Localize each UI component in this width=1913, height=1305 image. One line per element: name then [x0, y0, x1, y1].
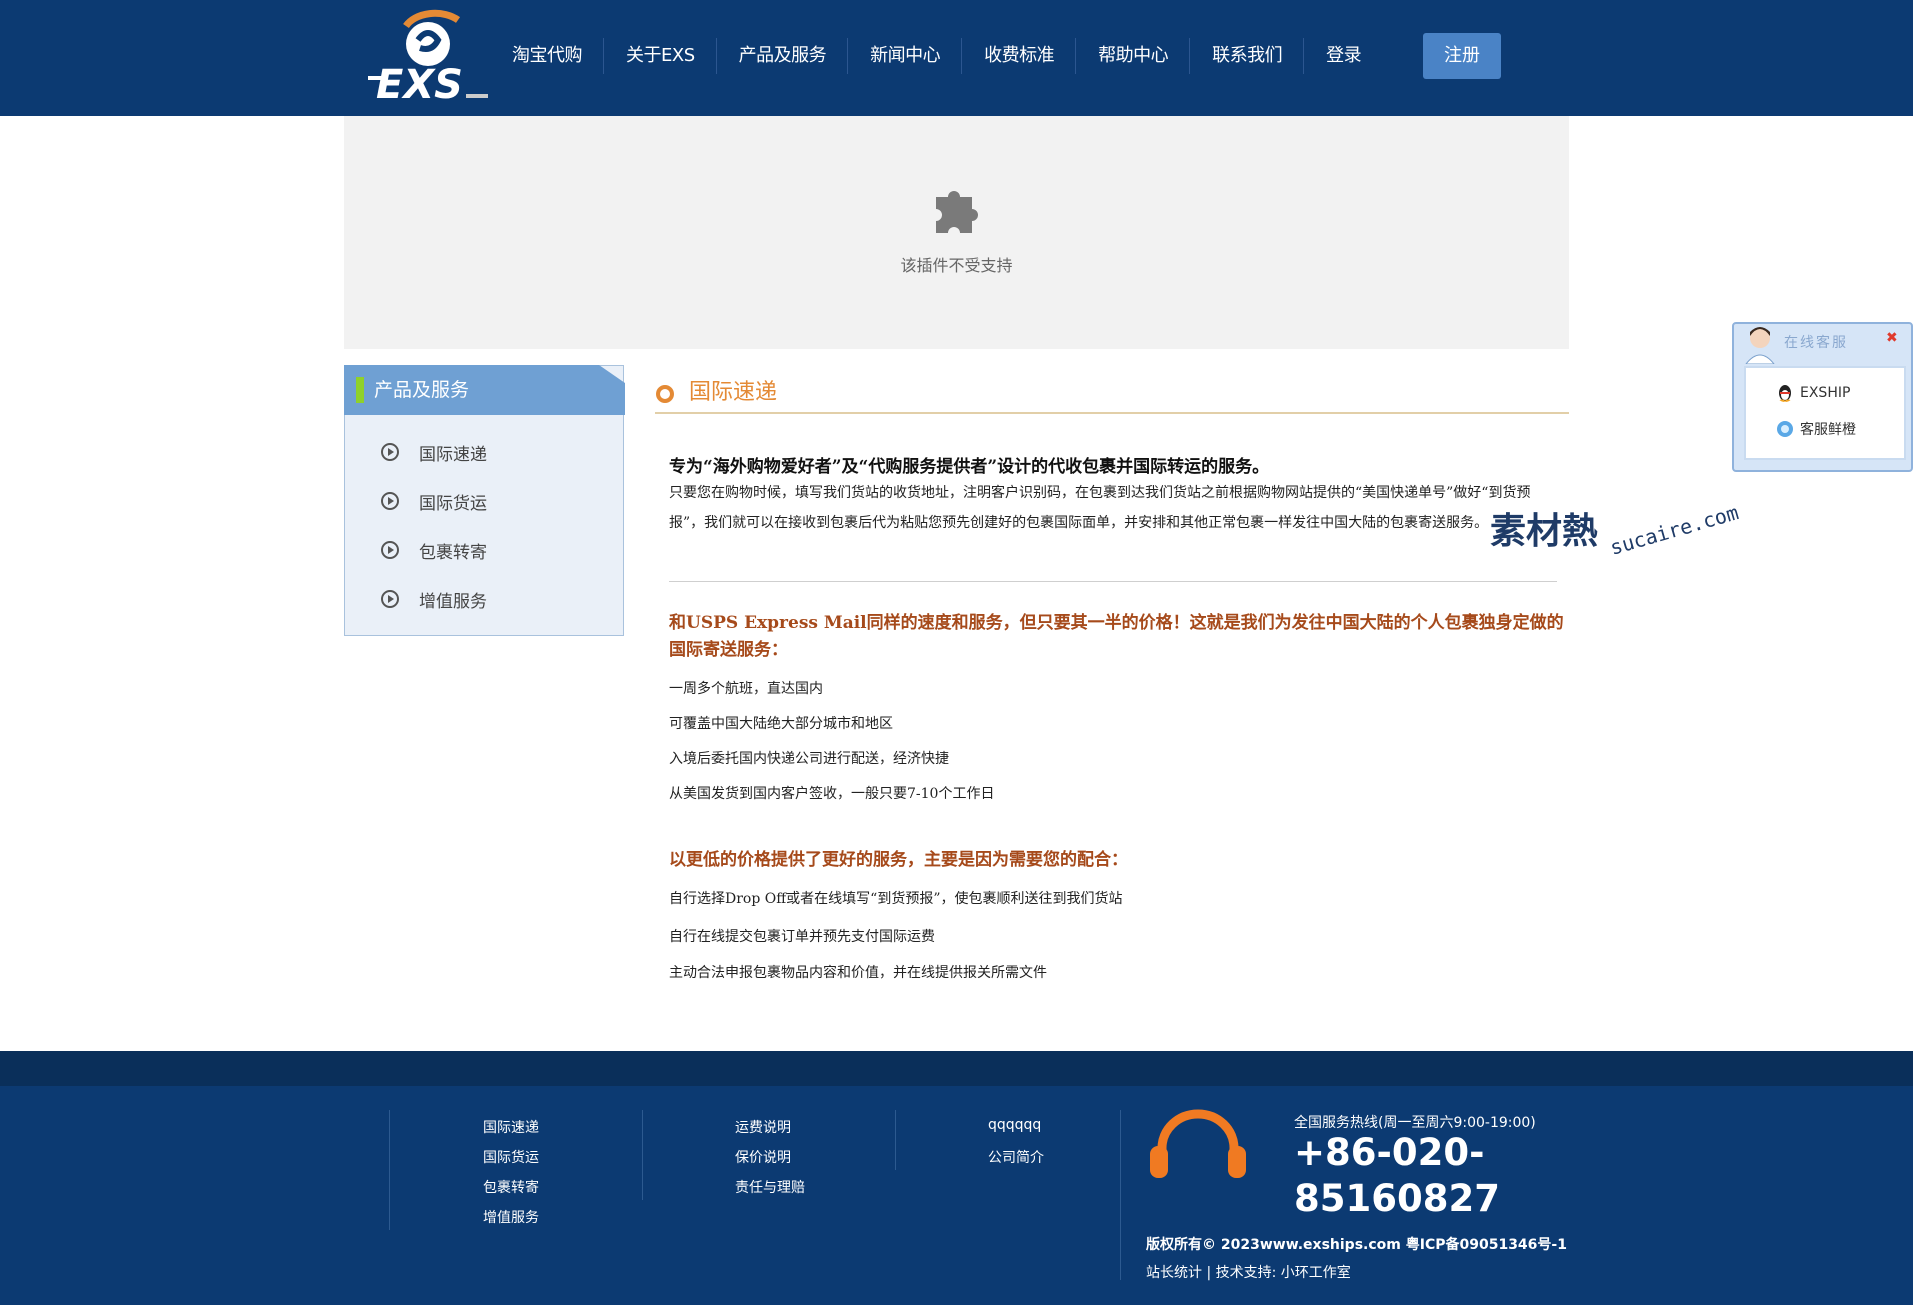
nav-pricing[interactable]: 收费标准: [962, 32, 1077, 80]
register-button[interactable]: 注册: [1423, 33, 1501, 79]
hotline-label: 全国服务热线(周一至周六9:00-19:00): [1294, 1115, 1536, 1131]
section1-item: 可覆盖中国大陆绝大部分城市和地区: [669, 716, 893, 732]
agent-avatar-icon: [1745, 327, 1775, 364]
qq-contact-exship[interactable]: EXSHIP: [1776, 382, 1850, 404]
section1-item: 一周多个航班，直达国内: [669, 681, 823, 697]
section2-item: 自行选择Drop Off或者在线填写“到货预报”，使包裹顺利送往到我们货站: [669, 891, 1123, 907]
puzzle-icon: [936, 191, 978, 233]
qq-penguin-icon: [1779, 385, 1791, 402]
intro-body: 只要您在购物时候，填写我们货站的收货地址，注明客户识别码，在包裹到达我们货站之前…: [669, 485, 1531, 531]
hotline-number: +86-020-85160827: [1294, 1131, 1500, 1220]
watermark-en: sucaire.com: [1607, 500, 1742, 560]
footer-link[interactable]: qqqqqq: [988, 1117, 1041, 1133]
watermark: 素材熱 sucaire.com: [1490, 500, 1742, 570]
footer-link[interactable]: 责任与理赔: [735, 1177, 805, 1197]
sidebar-title: 产品及服务: [374, 379, 470, 401]
nav-login[interactable]: 登录: [1304, 32, 1383, 80]
footer-col-divider: [895, 1110, 896, 1170]
site-header: EXS 淘宝代购 关于EXS 产品及服务 新闻中心 收费标准 帮助中心 联系我们…: [0, 0, 1913, 116]
sidebar-item-label: 增值服务: [419, 591, 487, 612]
footer-link[interactable]: 国际速递: [483, 1117, 539, 1137]
chat-bubble-icon: [1777, 421, 1793, 437]
sidebar-item-express[interactable]: 国际速递: [381, 437, 487, 467]
plugin-placeholder: 该插件不受支持: [344, 116, 1569, 349]
copyright-text: 版权所有© 2023www.exships.com 粤ICP备09051346号…: [1146, 1237, 1567, 1253]
play-circle-icon: [381, 443, 399, 461]
online-service-list: EXSHIP 客服鲜橙: [1744, 366, 1906, 460]
site-footer: [0, 1086, 1913, 1305]
footer-link[interactable]: 包裹转寄: [483, 1177, 539, 1197]
contact-label: 客服鲜橙: [1800, 422, 1856, 438]
sidebar-accent-bar: [356, 377, 364, 403]
footer-link[interactable]: 国际货运: [483, 1147, 539, 1167]
content-title-row: 国际速递: [655, 372, 1569, 414]
play-circle-icon: [381, 590, 399, 608]
play-circle-icon: [381, 541, 399, 559]
footer-col-divider: [642, 1110, 643, 1200]
contact-label: EXSHIP: [1800, 385, 1851, 401]
plugin-unsupported-text: 该插件不受支持: [900, 256, 1013, 275]
section2-item: 主动合法申报包裹物品内容和价值，并在线提供报关所需文件: [669, 965, 1047, 981]
section1-heading: 和USPS Express Mail同样的速度和服务，但只要其一半的价格！这就是…: [669, 613, 1564, 660]
page-title: 国际速递: [689, 380, 778, 405]
section1-item: 从美国发货到国内客户签收，一般只要7-10个工作日: [669, 786, 995, 802]
sidebar-item-label: 国际速递: [419, 444, 487, 465]
sidebar-item-label: 国际货运: [419, 493, 487, 514]
footer-link[interactable]: 公司简介: [988, 1147, 1044, 1167]
play-circle-icon: [381, 492, 399, 510]
headphones-icon: [1150, 1109, 1246, 1178]
footer-link[interactable]: 运费说明: [735, 1117, 791, 1137]
watermark-cn: 素材熱: [1490, 511, 1599, 552]
sidebar: 产品及服务 国际速递 国际货运 包裹转寄 增值服务: [344, 365, 625, 636]
content-divider: [669, 581, 1557, 582]
online-service-widget: 在线客服 ✖ EXSHIP 客服鲜橙: [1732, 322, 1913, 472]
section2-heading: 以更低的价格提供了更好的服务，主要是因为需要您的配合：: [669, 850, 1128, 870]
sidebar-item-freight[interactable]: 国际货运: [381, 486, 487, 516]
exs-logo[interactable]: EXS: [366, 6, 492, 106]
footer-link[interactable]: 保价说明: [735, 1147, 791, 1167]
footer-credits[interactable]: 站长统计 | 技术支持: 小环工作室: [1146, 1262, 1351, 1282]
footer-col-divider: [389, 1110, 390, 1230]
main-nav: 淘宝代购 关于EXS 产品及服务 新闻中心 收费标准 帮助中心 联系我们 登录: [490, 32, 1383, 80]
sidebar-item-forwarding[interactable]: 包裹转寄: [381, 535, 487, 565]
section2-item: 自行在线提交包裹订单并预先支付国际运费: [669, 929, 935, 945]
sidebar-item-value-added[interactable]: 增值服务: [381, 584, 487, 614]
logo-text: EXS: [376, 62, 463, 106]
sidebar-header: 产品及服务: [344, 365, 625, 415]
online-service-title: 在线客服: [1784, 335, 1848, 351]
section1-item: 入境后委托国内快递公司进行配送，经济快捷: [669, 751, 949, 767]
nav-about[interactable]: 关于EXS: [604, 32, 717, 80]
nav-help[interactable]: 帮助中心: [1076, 32, 1191, 80]
nav-products[interactable]: 产品及服务: [717, 32, 849, 80]
nav-taobao[interactable]: 淘宝代购: [490, 32, 604, 80]
ring-bullet-icon: [656, 385, 674, 403]
intro-heading: 专为“海外购物爱好者”及“代购服务提供者”设计的代收包裹并国际转运的服务。: [669, 457, 1270, 477]
sidebar-item-label: 包裹转寄: [419, 542, 487, 563]
nav-news[interactable]: 新闻中心: [848, 32, 963, 80]
nav-contact[interactable]: 联系我们: [1190, 32, 1305, 80]
footer-link[interactable]: 增值服务: [483, 1207, 539, 1227]
close-icon[interactable]: ✖: [1886, 330, 1898, 346]
footer-top-band: [0, 1051, 1913, 1086]
qq-contact-support[interactable]: 客服鲜橙: [1776, 418, 1856, 440]
footer-col-divider: [1120, 1110, 1121, 1280]
